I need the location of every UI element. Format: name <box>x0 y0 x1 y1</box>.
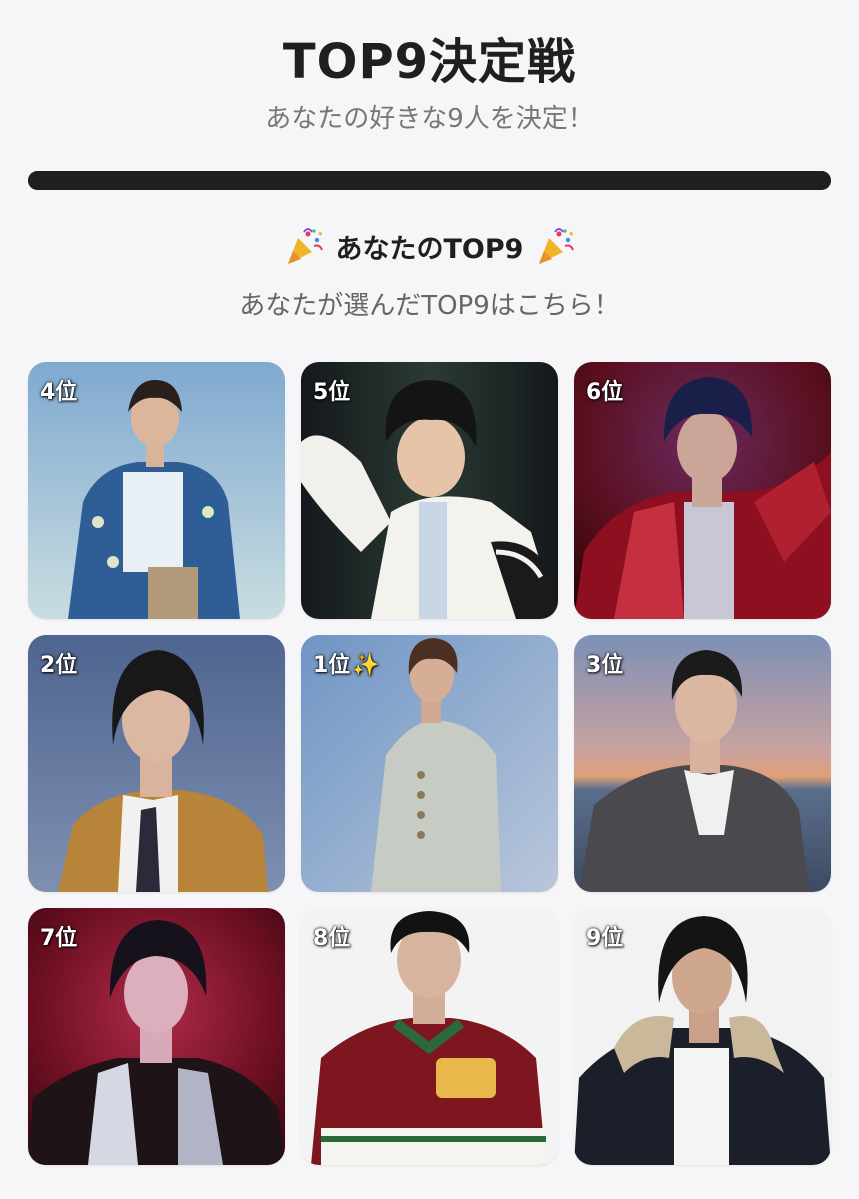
result-heading-text: あなたのTOP9 <box>335 233 524 265</box>
rank-label: 5位 <box>313 380 351 405</box>
party-popper-icon <box>539 228 575 264</box>
ranking-card[interactable]: 6位 <box>574 362 831 619</box>
rank-label: 8位 <box>313 926 351 951</box>
ranking-card[interactable]: 7位 <box>28 908 285 1165</box>
rank-label: 6位 <box>586 380 624 405</box>
rank-label: 3位 <box>586 653 624 678</box>
page-subtitle: あなたの好きな9人を決定！ <box>265 104 594 134</box>
rank-label: 2位 <box>40 653 78 678</box>
result-subheading: あなたが選んだTOP9はこちら！ <box>239 291 620 321</box>
progress-bar-fill <box>28 171 831 190</box>
ranking-card[interactable]: 2位 <box>28 635 285 892</box>
ranking-card[interactable]: 8位 <box>301 908 558 1165</box>
result-heading: あなたのTOP9 <box>0 226 859 266</box>
rank-label: 1位✨ <box>313 653 380 678</box>
party-popper-icon <box>287 228 323 264</box>
ranking-card[interactable]: 3位 <box>574 635 831 892</box>
page-title: TOP9決定戦 <box>282 34 577 90</box>
ranking-card[interactable]: 4位 <box>28 362 285 619</box>
rank-label: 9位 <box>586 926 624 951</box>
rank-label: 7位 <box>40 926 78 951</box>
ranking-card[interactable]: 1位✨ <box>301 635 558 892</box>
ranking-card[interactable]: 9位 <box>574 908 831 1165</box>
progress-bar <box>28 171 831 190</box>
sparkles-icon: ✨ <box>352 653 380 678</box>
ranking-card[interactable]: 5位 <box>301 362 558 619</box>
rank-label: 4位 <box>40 380 78 405</box>
ranking-grid: 4位 5位 6位 2位 1位✨ 3位 7位 8位 9位 <box>28 362 831 1165</box>
